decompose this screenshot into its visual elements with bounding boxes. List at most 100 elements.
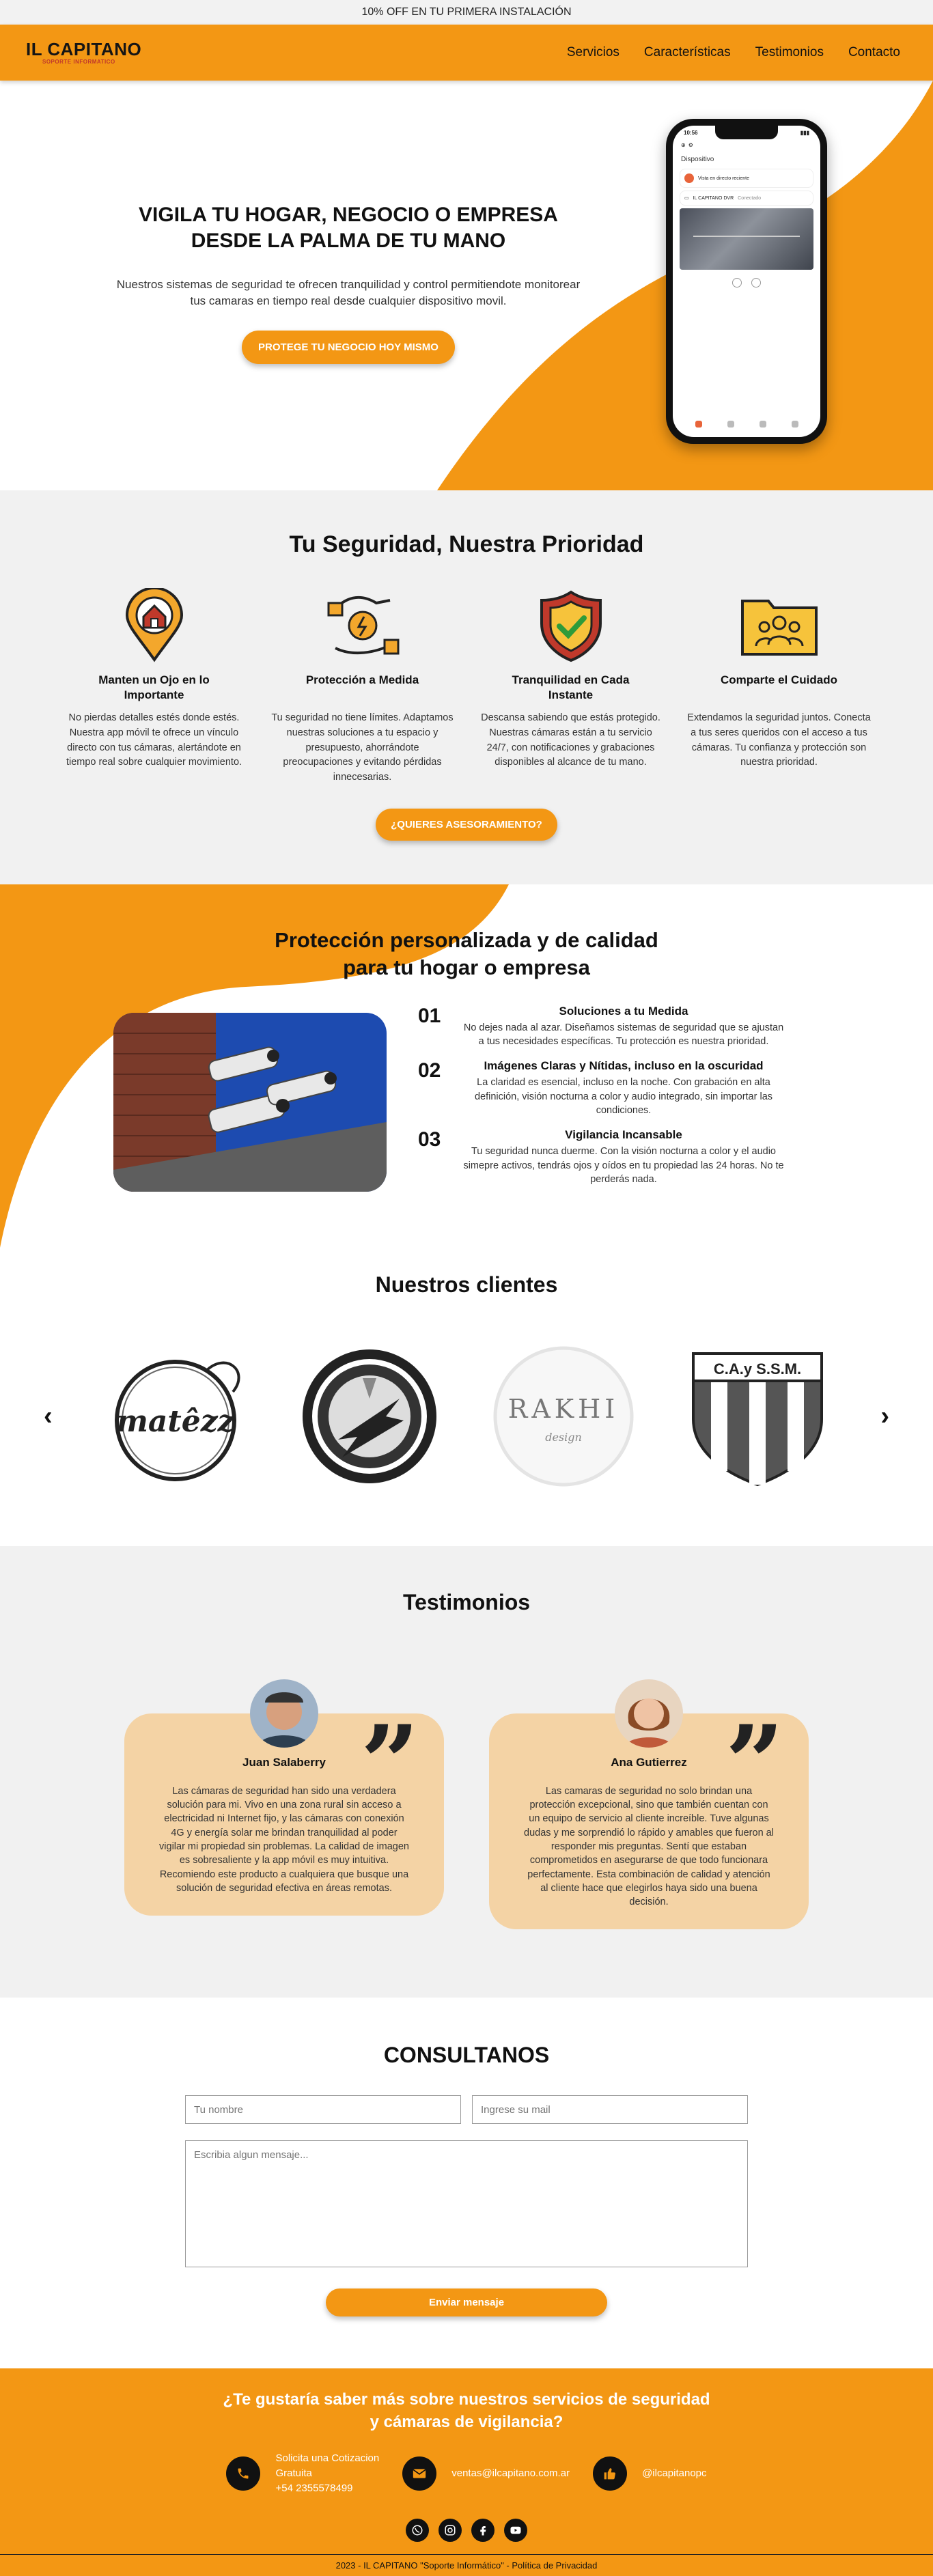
phone-add-icon: ⊕: [681, 142, 686, 148]
phone-time: 10:56: [684, 130, 698, 136]
contact-title: CONSULTANOS: [383, 2043, 550, 2068]
site-footer: ¿Te gustaría saber más sobre nuestros se…: [0, 2368, 933, 2576]
step-number: 03: [418, 1128, 441, 1151]
footer-title-line1: ¿Te gustaría saber más sobre nuestros se…: [223, 2390, 710, 2409]
carousel-prev-arrow[interactable]: ‹: [44, 1401, 53, 1431]
footer-social-handle[interactable]: @ilcapitanopc: [593, 2456, 707, 2491]
logo-sub-text: SOPORTE INFORMATICO: [42, 59, 115, 65]
hand-money-icon: [265, 588, 460, 663]
phone-toolbar: ⊕ ⚙: [673, 140, 820, 150]
step-item: 01 Soluciones a tu Medida No dejes nada …: [418, 1005, 787, 1049]
hero-cta-button[interactable]: PROTEGE TU NEGOCIO HOY MISMO: [242, 331, 455, 365]
step-desc: La claridad es esencial, incluso en la n…: [474, 1077, 773, 1116]
phone-live-icon: [684, 173, 694, 183]
phone-tab-favorites-icon: [727, 421, 734, 428]
client-logo-matezz: matêzz: [103, 1344, 248, 1489]
site-logo[interactable]: IL CAPITANO SOPORTE INFORMATICO: [26, 40, 141, 65]
name-input[interactable]: [185, 2095, 461, 2125]
feature-item: Tranquilidad en Cada Instante Descansa s…: [473, 588, 668, 785]
contact-form: Enviar mensaje: [185, 2095, 748, 2317]
personal-title: Protección personalizada y de calidad pa…: [0, 927, 933, 982]
phone-settings-icon: ⚙: [688, 142, 693, 148]
carousel-next-arrow[interactable]: ›: [880, 1401, 889, 1431]
features-list: Manten un Ojo en lo Importante No pierda…: [0, 588, 933, 785]
folder-people-icon: [682, 588, 876, 663]
phone-icon: [226, 2456, 261, 2491]
phone-recent-label: Vista en directo reciente: [698, 176, 749, 181]
phone-line2: Gratuita: [275, 2467, 312, 2479]
hero-section: VIGILA TU HOGAR, NEGOCIO O EMPRESA DESDE…: [0, 81, 933, 490]
quote-icon: ”: [725, 1703, 784, 1823]
mail-icon: [402, 2456, 437, 2491]
phone-number: +54 2355578499: [275, 2482, 353, 2494]
testimonial-card: ” Juan Salaberry Las cámaras de segurida…: [124, 1663, 444, 1930]
avatar: [250, 1679, 318, 1748]
advice-cta-button[interactable]: ¿QUIERES ASESORAMIENTO?: [376, 808, 557, 841]
feature-item: Comparte el Cuidado Extendamos la seguri…: [682, 588, 876, 785]
step-number: 02: [418, 1059, 441, 1082]
testimonial-card: ” Ana Gutierrez Las camaras de seguridad…: [489, 1663, 809, 1930]
security-title: Tu Seguridad, Nuestra Prioridad: [289, 531, 644, 557]
nav-link-caracteristicas[interactable]: Características: [644, 45, 731, 60]
steps-list: 01 Soluciones a tu Medida No dejes nada …: [418, 1005, 787, 1197]
matezz-logo-text: matêzz: [116, 1404, 235, 1439]
message-textarea[interactable]: [185, 2140, 748, 2268]
hero-title: VIGILA TU HOGAR, NEGOCIO O EMPRESA DESDE…: [96, 202, 601, 255]
phone-recent-card: Vista en directo reciente: [680, 169, 813, 188]
social-links: [0, 2519, 933, 2543]
clients-title: Nuestros clientes: [375, 1272, 558, 1297]
instagram-icon[interactable]: [438, 2519, 462, 2543]
rakhi-logo-text: RAKHI: [508, 1394, 619, 1424]
feature-item: Protección a Medida Tu seguridad no tien…: [265, 588, 460, 785]
footer-title: ¿Te gustaría saber más sobre nuestros se…: [0, 2389, 933, 2433]
client-logo-cayssm: C.A.y S.S.M.: [685, 1344, 830, 1489]
testimonials-title: Testimonios: [402, 1589, 531, 1614]
step-title: Vigilancia Incansable: [565, 1128, 682, 1142]
logo-main-text: IL CAPITANO: [26, 39, 142, 59]
hero-content: VIGILA TU HOGAR, NEGOCIO O EMPRESA DESDE…: [96, 202, 601, 365]
contact-section: CONSULTANOS Enviar mensaje: [0, 1998, 933, 2369]
feature-title: Manten un Ojo en lo Importante: [98, 673, 210, 702]
security-camera-image: [113, 1012, 387, 1192]
footer-email[interactable]: ventas@ilcapitano.com.ar: [402, 2456, 570, 2491]
step-number: 01: [418, 1004, 441, 1027]
nav-link-contacto[interactable]: Contacto: [848, 45, 900, 60]
form-row: [185, 2095, 748, 2125]
email-input[interactable]: [472, 2095, 748, 2125]
phone-text: Solicita una Cotizacion Gratuita +54 235…: [275, 2451, 379, 2495]
nav-link-testimonios[interactable]: Testimonios: [755, 45, 824, 60]
phone-mockup: 10:56 ▮▮▮ ⊕ ⚙ Dispositivo Vista en direc…: [666, 119, 827, 444]
step-body: Soluciones a tu Medida No dejes nada al …: [460, 1005, 787, 1049]
step-body: Vigilancia Incansable Tu seguridad nunca…: [460, 1128, 787, 1186]
phone-line1: Solicita una Cotizacion: [275, 2452, 380, 2465]
step-desc: No dejes nada al azar. Diseñamos sistema…: [463, 1022, 784, 1048]
personal-title-line2: para tu hogar o empresa: [343, 955, 590, 980]
footer-phone[interactable]: Solicita una Cotizacion Gratuita +54 235…: [226, 2451, 379, 2495]
phone-device-badge: Conectado: [738, 195, 761, 201]
footer-contact-info: Solicita una Cotizacion Gratuita +54 235…: [0, 2451, 933, 2495]
phone-tab-home-icon: [695, 421, 702, 428]
home-location-icon: [57, 588, 251, 663]
send-message-button[interactable]: Enviar mensaje: [326, 2288, 607, 2317]
rakhi-logo-sub: design: [545, 1431, 582, 1444]
testimonial-cards: ” Juan Salaberry Las cámaras de segurida…: [0, 1663, 933, 1930]
personal-title-line1: Protección personalizada y de calidad: [275, 927, 658, 952]
feature-desc: Tu seguridad no tiene límites. Adaptamos…: [271, 712, 454, 783]
facebook-icon[interactable]: [471, 2519, 495, 2543]
thumbs-up-icon: [593, 2456, 628, 2491]
footer-copyright: 2023 - IL CAPITANO "Soporte Informático"…: [0, 2554, 933, 2576]
step-desc: Tu seguridad nunca duerme. Con la visión…: [463, 1146, 784, 1185]
phone-device-name: IL CAPITANO DVR: [693, 195, 734, 201]
feature-title: Tranquilidad en Cada Instante: [512, 673, 630, 702]
phone-screen: 10:56 ▮▮▮ ⊕ ⚙ Dispositivo Vista en direc…: [673, 126, 820, 437]
site-header: IL CAPITANO SOPORTE INFORMATICO Servicio…: [0, 25, 933, 81]
feature-title: Protección a Medida: [305, 673, 419, 686]
youtube-icon[interactable]: [504, 2519, 527, 2543]
hero-description: Nuestros sistemas de seguridad te ofrece…: [116, 277, 581, 308]
security-section: Tu Seguridad, Nuestra Prioridad Manten u…: [0, 490, 933, 884]
phone-camera-feed: [680, 208, 813, 270]
whatsapp-icon[interactable]: [406, 2519, 429, 2543]
personal-section: Protección personalizada y de calidad pa…: [0, 884, 933, 1248]
client-logos: matêzz RAKHI design C.A.y S.S.M.: [103, 1344, 830, 1489]
nav-link-servicios[interactable]: Servicios: [567, 45, 619, 60]
